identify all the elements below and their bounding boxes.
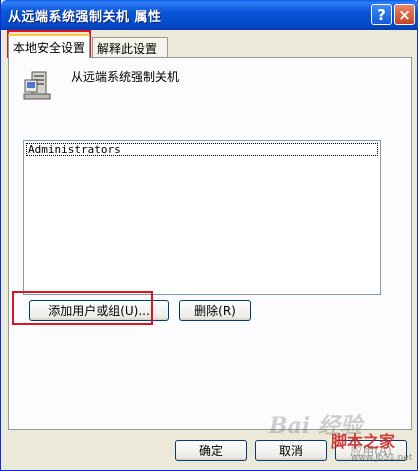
tab-local-security-setting[interactable]: 本地安全设置 [8, 34, 90, 58]
remove-button[interactable]: 删除(R) [179, 300, 251, 321]
highlight-box-add-button [12, 291, 153, 325]
window-title: 从远端系统强制关机 属性 [8, 10, 162, 25]
list-item[interactable]: Administrators [26, 143, 378, 156]
help-button[interactable]: ? [371, 4, 392, 25]
ok-button[interactable]: 确定 [175, 440, 247, 461]
policy-computer-icon [23, 71, 51, 100]
close-icon: × [398, 5, 411, 24]
tab-label: 解释此设置 [97, 42, 158, 56]
jb51-url-watermark: www.jb51.net [351, 453, 413, 463]
user-group-list[interactable]: Administrators [23, 140, 381, 295]
tab-panel: 从远端系统强制关机 Administrators 添加用户或组(U)... 删除… [8, 57, 412, 430]
cancel-button[interactable]: 取消 [255, 440, 327, 461]
tab-label: 本地安全设置 [13, 40, 86, 55]
policy-name: 从远端系统强制关机 [71, 70, 180, 84]
properties-window: 从远端系统强制关机 属性 ? × 本地安全设置 解释此设置 从远端系统强制关机 … [0, 0, 418, 471]
help-icon: ? [377, 5, 386, 24]
jb51-watermark: 脚本之家 [331, 432, 396, 451]
tab-strip: 本地安全设置 解释此设置 [8, 34, 414, 59]
title-bar[interactable]: 从远端系统强制关机 属性 ? × [1, 0, 418, 30]
close-button[interactable]: × [394, 4, 415, 25]
tab-explain-setting[interactable]: 解释此设置 [92, 37, 168, 59]
